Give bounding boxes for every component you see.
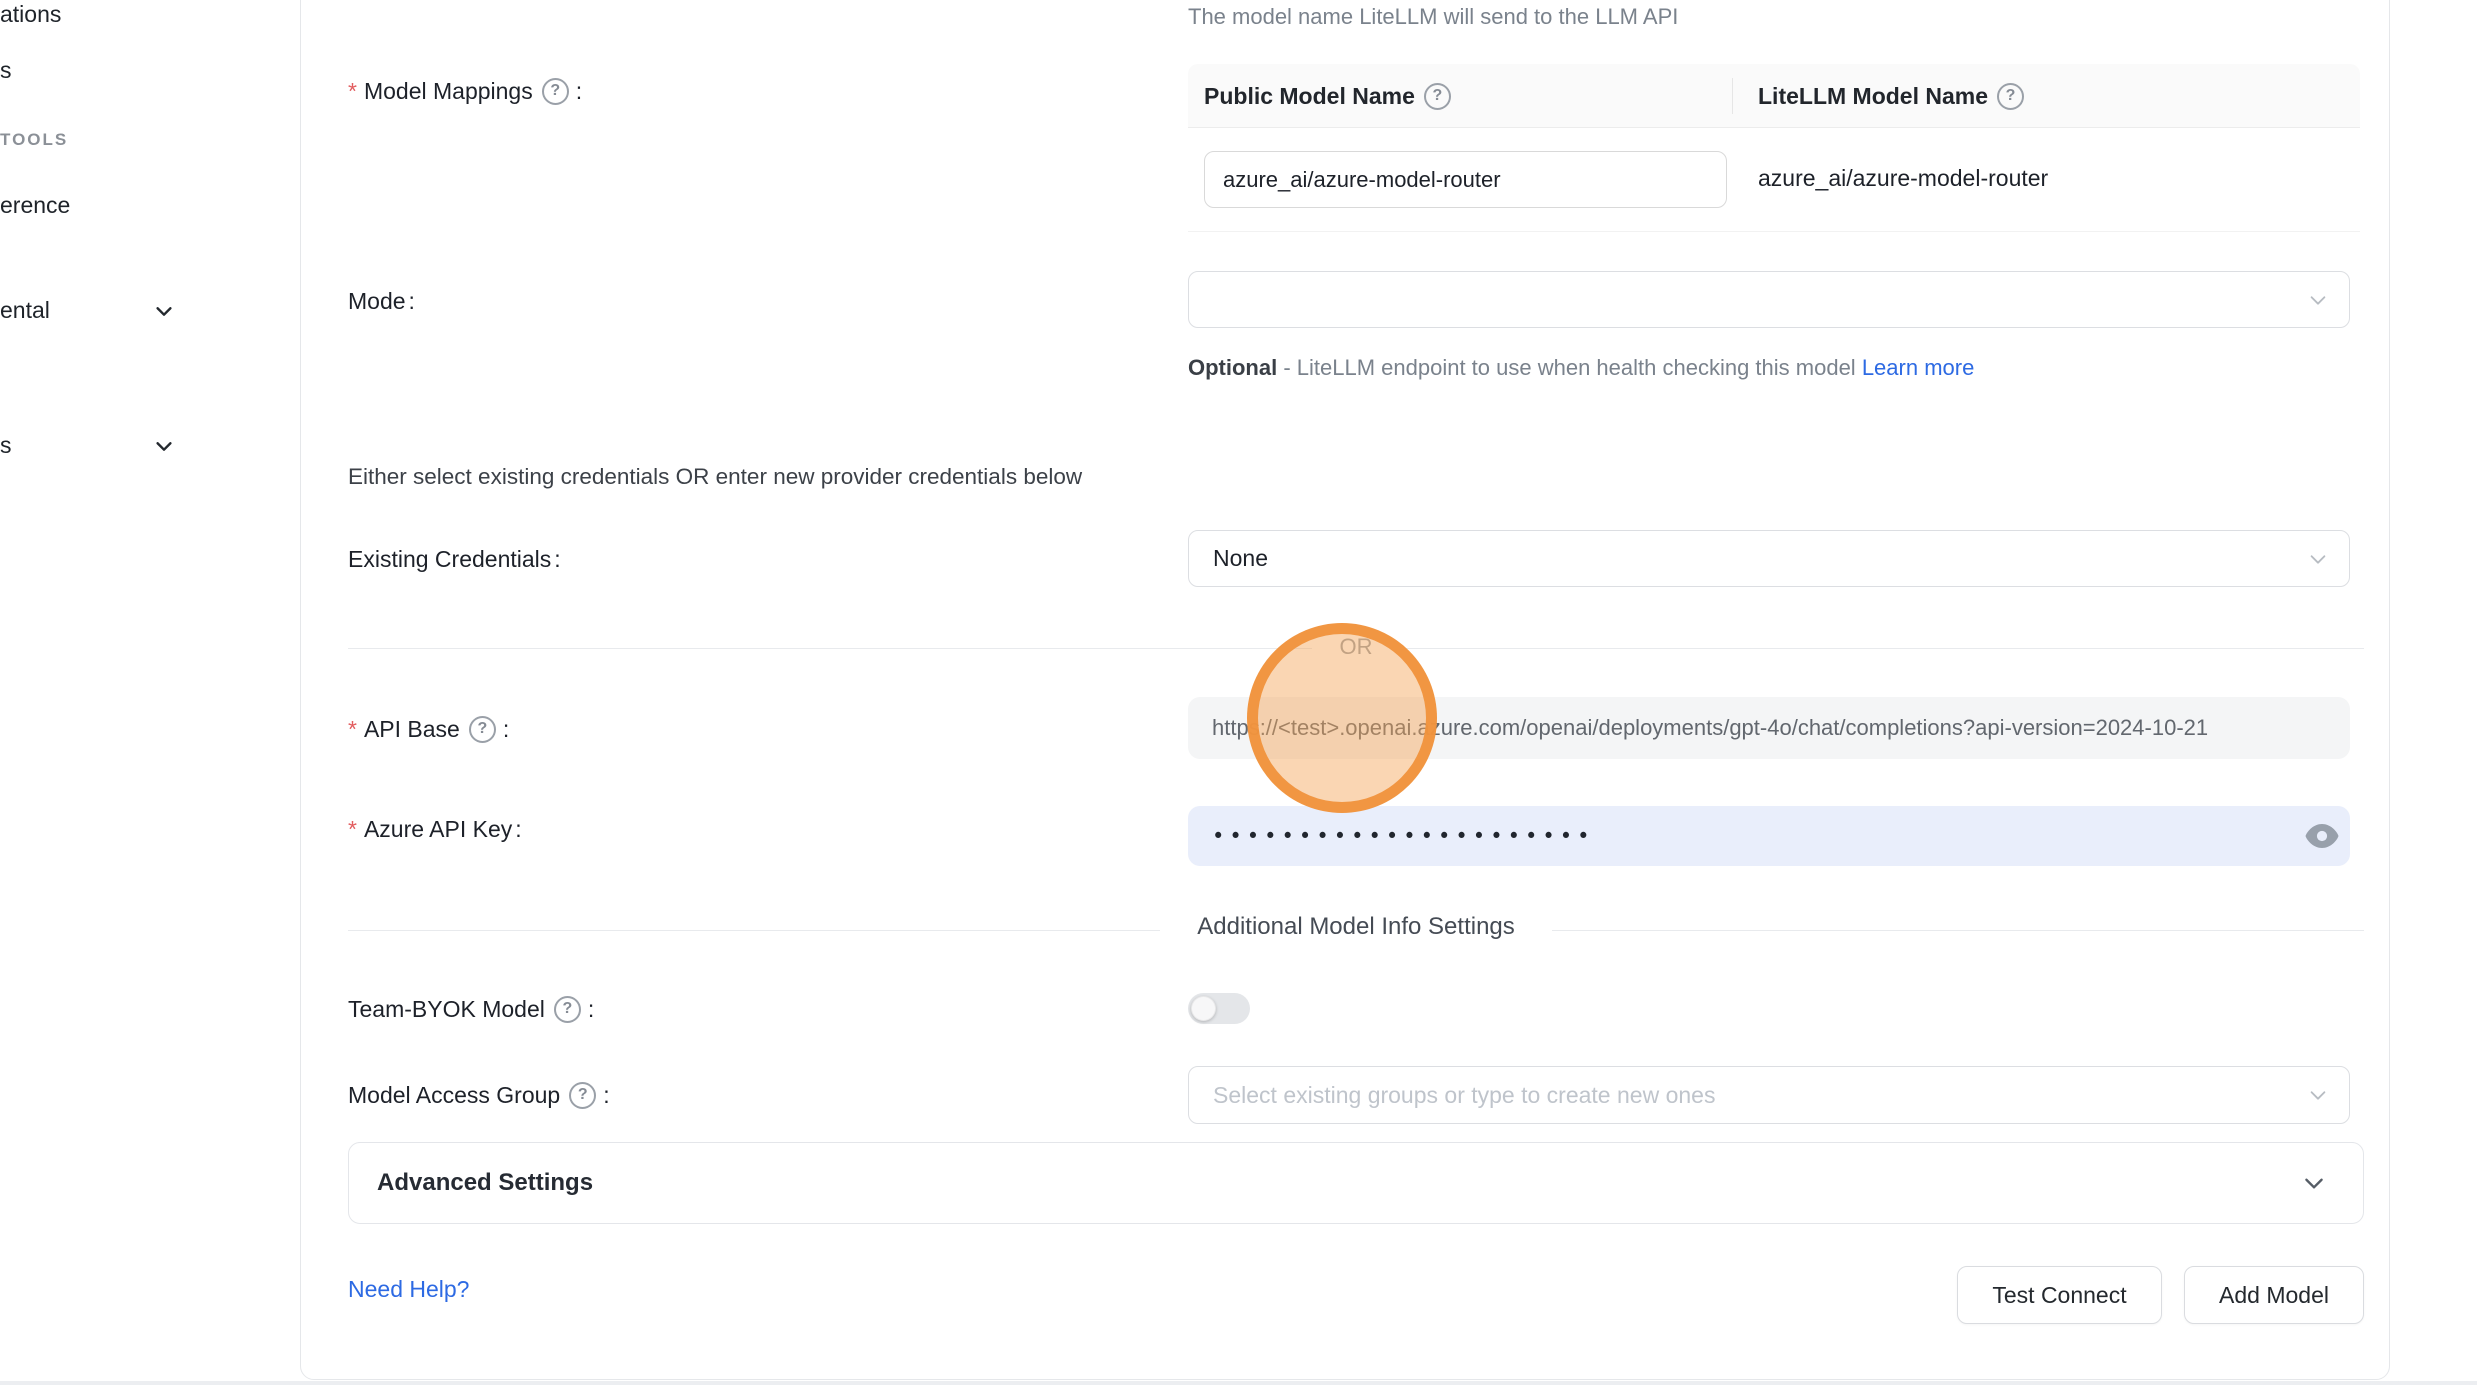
model-access-group-label: Model Access Group ? : xyxy=(348,1078,610,1112)
test-connect-button[interactable]: Test Connect xyxy=(1957,1266,2162,1324)
azure-api-key-label: * Azure API Key : xyxy=(348,812,522,846)
chevron-down-icon xyxy=(2307,548,2329,570)
need-help-link[interactable]: Need Help? xyxy=(348,1276,469,1303)
advanced-settings-panel[interactable]: Advanced Settings xyxy=(348,1142,2364,1224)
sidebar-item-experimental[interactable]: ental xyxy=(0,297,50,324)
label-colon: : xyxy=(409,288,415,315)
team-byok-label: Team-BYOK Model ? : xyxy=(348,992,594,1026)
sidebar-item-logs[interactable]: s xyxy=(0,57,12,84)
sidebar-item-reference[interactable]: erence xyxy=(0,192,70,219)
litellm-model-name-value: azure_ai/azure-model-router xyxy=(1758,165,2048,192)
help-circle-icon[interactable]: ? xyxy=(569,1082,596,1109)
model-access-group-placeholder: Select existing groups or type to create… xyxy=(1213,1082,1715,1109)
mode-select[interactable] xyxy=(1188,271,2350,328)
team-byok-toggle[interactable] xyxy=(1188,993,1250,1024)
sidebar-item-settings[interactable]: s xyxy=(0,432,12,459)
mode-label: Mode : xyxy=(348,284,415,318)
required-asterisk: * xyxy=(348,816,357,843)
help-circle-icon[interactable]: ? xyxy=(1997,83,2024,110)
or-divider-label: OR xyxy=(1312,634,1400,660)
masked-api-key: •••••••••••••••••••••• xyxy=(1212,824,1595,848)
label-colon: : xyxy=(603,1082,609,1109)
azure-api-key-input[interactable]: •••••••••••••••••••••• xyxy=(1188,806,2350,866)
chevron-down-icon xyxy=(153,300,175,322)
label-colon: : xyxy=(576,78,582,105)
header-col-divider xyxy=(1732,78,1733,114)
chevron-down-icon xyxy=(2307,289,2329,311)
public-model-name-input[interactable] xyxy=(1204,151,1727,208)
existing-credentials-label: Existing Credentials : xyxy=(348,542,561,576)
label-colon: : xyxy=(554,546,560,573)
chevron-down-icon xyxy=(153,435,175,457)
chevron-down-icon xyxy=(2301,1170,2327,1196)
table-row-border xyxy=(1188,231,2360,232)
add-model-button[interactable]: Add Model xyxy=(2184,1266,2364,1324)
api-base-label: * API Base ? : xyxy=(348,712,509,746)
help-circle-icon[interactable]: ? xyxy=(1424,83,1451,110)
credentials-note: Either select existing credentials OR en… xyxy=(348,464,1082,490)
sidebar-item-organizations[interactable]: ations xyxy=(0,1,61,28)
helper-optional-bold: Optional xyxy=(1188,355,1277,380)
mode-label-text: Mode xyxy=(348,288,406,315)
sidebar: ations s TOOLS erence ental s xyxy=(0,0,298,1385)
column-header-public-model-name: Public Model Name ? xyxy=(1204,64,1455,128)
page-bottom-edge xyxy=(0,1381,2477,1385)
eye-icon[interactable] xyxy=(2304,822,2340,850)
required-asterisk: * xyxy=(348,78,357,105)
existing-credentials-select[interactable]: None xyxy=(1188,530,2350,587)
model-mappings-label-text: Model Mappings xyxy=(364,78,533,105)
existing-credentials-value: None xyxy=(1213,545,1268,572)
required-asterisk: * xyxy=(348,716,357,743)
help-circle-icon[interactable]: ? xyxy=(554,996,581,1023)
learn-more-link[interactable]: Learn more xyxy=(1862,355,1975,380)
section-divider-label: Additional Model Info Settings xyxy=(1160,913,1552,941)
help-circle-icon[interactable]: ? xyxy=(469,716,496,743)
toggle-knob xyxy=(1191,996,1216,1021)
model-access-group-select[interactable]: Select existing groups or type to create… xyxy=(1188,1066,2350,1124)
sidebar-section-tools: TOOLS xyxy=(0,130,68,150)
model-name-helper-text: The model name LiteLLM will send to the … xyxy=(1188,4,1678,30)
label-colon: : xyxy=(588,996,594,1023)
model-mappings-label: * Model Mappings ? : xyxy=(348,74,582,108)
label-colon: : xyxy=(515,816,521,843)
column-header-litellm-model-name: LiteLLM Model Name ? xyxy=(1758,64,2028,128)
label-colon: : xyxy=(503,716,509,743)
api-base-input[interactable]: https://<test>.openai.azure.com/openai/d… xyxy=(1188,697,2350,759)
chevron-down-icon xyxy=(2307,1084,2329,1106)
help-circle-icon[interactable]: ? xyxy=(542,78,569,105)
advanced-settings-title: Advanced Settings xyxy=(377,1169,593,1197)
mode-helper-text: Optional - LiteLLM endpoint to use when … xyxy=(1188,348,2018,387)
